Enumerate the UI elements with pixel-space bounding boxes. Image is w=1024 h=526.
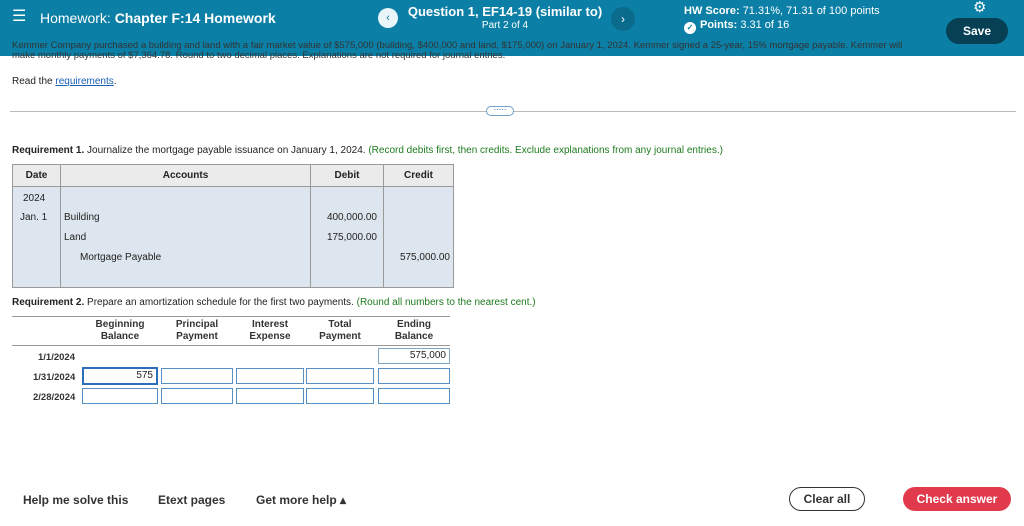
header-ending-line1: Ending — [397, 319, 431, 330]
total-payment-input-row2[interactable] — [306, 388, 374, 404]
header-interest-line1: Interest — [251, 319, 289, 330]
read-requirements: Read the requirements. — [12, 76, 117, 87]
journal-account-mortgage-payable: Mortgage Payable — [80, 252, 162, 263]
requirement-2-label: Requirement 2. — [12, 297, 85, 308]
header-principal-payment: Principal Payment — [161, 319, 233, 343]
hw-score-label: HW Score: — [684, 5, 743, 17]
clear-all-button[interactable]: Clear all — [789, 487, 865, 511]
header-total-line1: Total — [328, 319, 352, 330]
header-beginning-line2: Balance — [100, 331, 140, 342]
ending-balance-input-row1[interactable] — [378, 368, 450, 384]
row-date-1-1-2024: 1/1/2024 — [38, 352, 75, 363]
requirement-2: Requirement 2. Prepare an amortization s… — [12, 297, 536, 308]
header-beginning-line1: Beginning — [95, 319, 145, 330]
interest-expense-input-row2[interactable] — [236, 388, 304, 404]
interest-expense-input-row1[interactable] — [236, 368, 304, 384]
amortization-top-rule — [12, 316, 450, 317]
hw-score-value: 71.31%, 71.31 of 100 points — [742, 5, 880, 17]
check-answer-button[interactable]: Check answer — [903, 487, 1011, 511]
hamburger-icon[interactable]: ☰ — [12, 9, 26, 25]
header-ending-balance: Ending Balance — [378, 319, 450, 343]
header-interest-line2: Expense — [249, 331, 291, 342]
row-date-2-28-2024: 2/28/2024 — [33, 392, 76, 403]
journal-account-land: Land — [64, 232, 87, 243]
problem-line-2: make monthly payments of $7,364.78. Roun… — [12, 50, 506, 61]
journal-header-date: Date — [13, 165, 60, 187]
requirement-2-text: Prepare an amortization schedule for the… — [84, 297, 357, 308]
header-total-payment: Total Payment — [306, 319, 374, 343]
requirement-1-note: (Record debits first, then credits. Excl… — [368, 145, 723, 156]
homework-name: Chapter F:14 Homework — [114, 10, 276, 26]
problem-line-1: Kemmer Company purchased a building and … — [12, 40, 903, 51]
next-question-button[interactable]: › — [611, 7, 635, 31]
problem-statement: Kemmer Company purchased a building and … — [12, 41, 1012, 61]
total-payment-input-row1[interactable] — [306, 368, 374, 384]
beginning-balance-input-row1[interactable]: 575 — [82, 367, 158, 385]
journal-year: 2024 — [23, 193, 46, 204]
homework-prefix: Homework: — [40, 10, 115, 26]
homework-title[interactable]: Homework: Chapter F:14 Homework — [40, 10, 276, 26]
ending-balance-input-row2[interactable] — [378, 388, 450, 404]
get-more-help-link[interactable]: Get more help ▴ — [256, 493, 346, 507]
journal-column-divider — [310, 165, 311, 287]
ending-balance-initial: 575,000 — [378, 348, 450, 364]
beginning-balance-input-row2[interactable] — [82, 388, 158, 404]
points-icon: ✓ — [684, 22, 696, 34]
journal-column-divider — [60, 165, 61, 287]
read-suffix: . — [113, 76, 117, 87]
gear-icon[interactable]: ⚙ — [973, 0, 986, 16]
header-beginning-balance: Beginning Balance — [82, 319, 158, 343]
expand-divider-button[interactable]: ····· — [486, 106, 514, 116]
help-me-solve-this-link[interactable]: Help me solve this — [23, 493, 128, 507]
journal-column-divider — [383, 165, 384, 287]
chevron-left-icon: ‹ — [386, 12, 390, 24]
header-principal-line1: Principal — [175, 319, 219, 330]
journal-table: Date Accounts Debit Credit 2024 Jan. 1 B… — [12, 164, 454, 288]
points-value: 3.31 of 16 — [740, 19, 790, 31]
journal-account-building: Building — [64, 212, 100, 223]
question-part: Part 2 of 4 — [481, 20, 529, 31]
footer-bar: Help me solve this Etext pages Get more … — [0, 482, 1024, 526]
chevron-right-icon: › — [621, 12, 625, 26]
points: ✓ Points: 3.31 of 16 — [684, 19, 789, 34]
header-total-line2: Payment — [319, 331, 361, 342]
header-ending-line2: Balance — [394, 331, 434, 342]
etext-pages-link[interactable]: Etext pages — [158, 493, 225, 507]
requirement-1: Requirement 1. Journalize the mortgage p… — [12, 145, 723, 156]
journal-debit-building: 400,000.00 — [326, 212, 377, 223]
header-principal-line2: Payment — [176, 331, 218, 342]
header-interest-expense: Interest Expense — [236, 319, 304, 343]
requirement-1-text: Journalize the mortgage payable issuance… — [84, 145, 369, 156]
row-date-1-31-2024: 1/31/2024 — [33, 372, 76, 383]
journal-header-debit: Debit — [311, 165, 383, 187]
points-label: Points: — [700, 19, 741, 31]
hw-score: HW Score: 71.31%, 71.31 of 100 points — [684, 5, 880, 17]
journal-credit-mortgage-payable: 575,000.00 — [399, 252, 450, 263]
read-prefix: Read the — [12, 76, 56, 87]
requirements-link[interactable]: requirements — [55, 76, 113, 87]
requirement-2-note: (Round all numbers to the nearest cent.) — [356, 297, 536, 308]
requirement-1-label: Requirement 1. — [12, 145, 85, 156]
principal-payment-input-row2[interactable] — [161, 388, 233, 404]
principal-payment-input-row1[interactable] — [161, 368, 233, 384]
amortization-header-rule — [12, 345, 450, 346]
journal-date: Jan. 1 — [20, 212, 48, 223]
journal-header-accounts: Accounts — [61, 165, 310, 187]
journal-header-credit: Credit — [384, 165, 453, 187]
previous-question-button[interactable]: ‹ — [378, 8, 398, 28]
question-title: Question 1, EF14-19 (similar to) — [407, 4, 603, 19]
journal-debit-land: 175,000.00 — [326, 232, 377, 243]
